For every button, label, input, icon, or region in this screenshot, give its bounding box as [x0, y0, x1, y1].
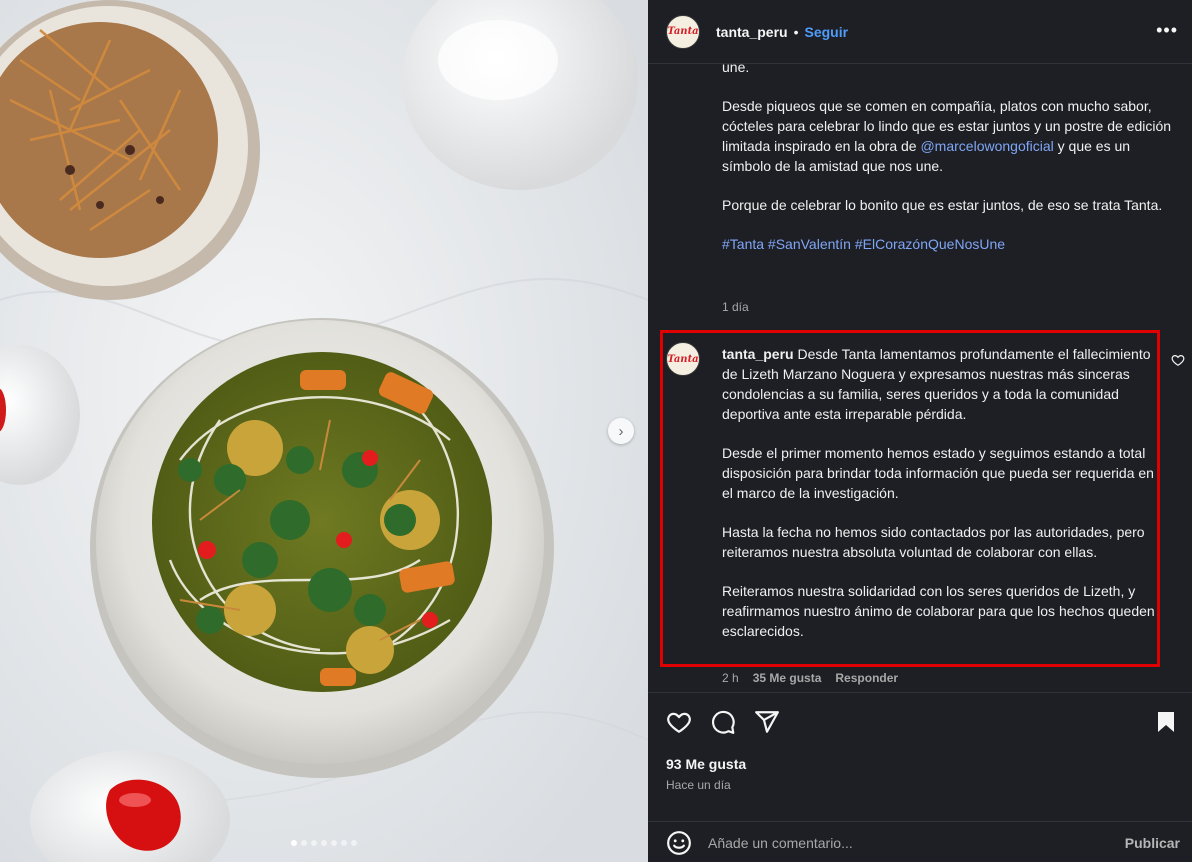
post-header: Tanta tanta_peru • Seguir ••• [648, 0, 1192, 64]
caption-paragraph: Desde piqueos que se comen en compañía, … [722, 96, 1172, 176]
carousel-dot [311, 840, 317, 846]
food-photo-illustration [0, 0, 648, 862]
chevron-right-icon: › [618, 422, 624, 440]
bookmark-icon[interactable] [1154, 709, 1178, 735]
comment-like-heart-icon[interactable] [1171, 353, 1185, 367]
post-timestamp: Hace un día [666, 778, 731, 792]
brand-logo: Tanta [667, 26, 699, 37]
publish-button[interactable]: Publicar [1125, 835, 1180, 851]
follow-button[interactable]: Seguir [804, 24, 848, 40]
post-author-username[interactable]: tanta_peru [716, 24, 788, 40]
post-photo[interactable]: › [0, 0, 648, 862]
hashtags[interactable]: #Tanta #SanValentín #ElCorazónQueNosUne [722, 234, 1172, 254]
comment-input[interactable] [708, 834, 1125, 851]
caption-paragraph: Porque de celebrar lo bonito que es esta… [722, 197, 1163, 213]
post-details-panel: Tanta tanta_peru • Seguir ••• une. Desde… [648, 0, 1192, 862]
caption-fragment: une. [722, 64, 750, 75]
brand-logo: Tanta [667, 353, 699, 365]
carousel-dot [291, 840, 297, 846]
post-caption: une. Desde piqueos que se comen en compa… [722, 64, 1172, 273]
post-actions: 93 Me gusta Hace un día Publicar [648, 692, 1192, 862]
carousel-dot [351, 840, 357, 846]
comment-icon[interactable] [710, 709, 736, 735]
reply-button[interactable]: Responder [835, 671, 898, 685]
heart-icon[interactable] [666, 709, 692, 735]
emoji-icon[interactable] [666, 830, 692, 856]
carousel-dot [331, 840, 337, 846]
caption-timestamp: 1 día [722, 300, 749, 314]
comment-likes[interactable]: 35 Me gusta [753, 671, 822, 685]
separator-dot: • [793, 23, 799, 40]
comment-paragraph: Desde el primer momento hemos estado y s… [722, 445, 1154, 501]
more-options-icon[interactable]: ••• [1156, 20, 1178, 41]
comment-meta: 2 h 35 Me gusta Responder [722, 671, 898, 685]
carousel-dot [341, 840, 347, 846]
next-slide-button[interactable]: › [608, 418, 634, 444]
comments-scroll-area[interactable]: une. Desde piqueos que se comen en compa… [648, 64, 1192, 692]
comment-paragraph: Hasta la fecha no hemos sido contactados… [722, 524, 1145, 560]
comment-paragraph: Reiteramos nuestra solidaridad con los s… [722, 583, 1155, 639]
avatar[interactable]: Tanta [666, 342, 700, 376]
comment-body: tanta_peru Desde Tanta lamentamos profun… [722, 344, 1162, 660]
carousel-indicator [0, 840, 648, 846]
comment-username[interactable]: tanta_peru [722, 346, 794, 362]
comment-paragraph: tanta_peru Desde Tanta lamentamos profun… [722, 344, 1162, 424]
comment-timestamp: 2 h [722, 671, 739, 685]
mention-link[interactable]: @marcelowongoficial [920, 138, 1053, 154]
avatar[interactable]: Tanta [666, 14, 700, 49]
add-comment-bar: Publicar [648, 821, 1192, 862]
carousel-dot [321, 840, 327, 846]
post-likes-count[interactable]: 93 Me gusta [666, 756, 746, 772]
share-icon[interactable] [754, 709, 780, 735]
carousel-dot [301, 840, 307, 846]
post-viewer: › Tanta tanta_peru • Seguir ••• une. Des… [0, 0, 1192, 862]
